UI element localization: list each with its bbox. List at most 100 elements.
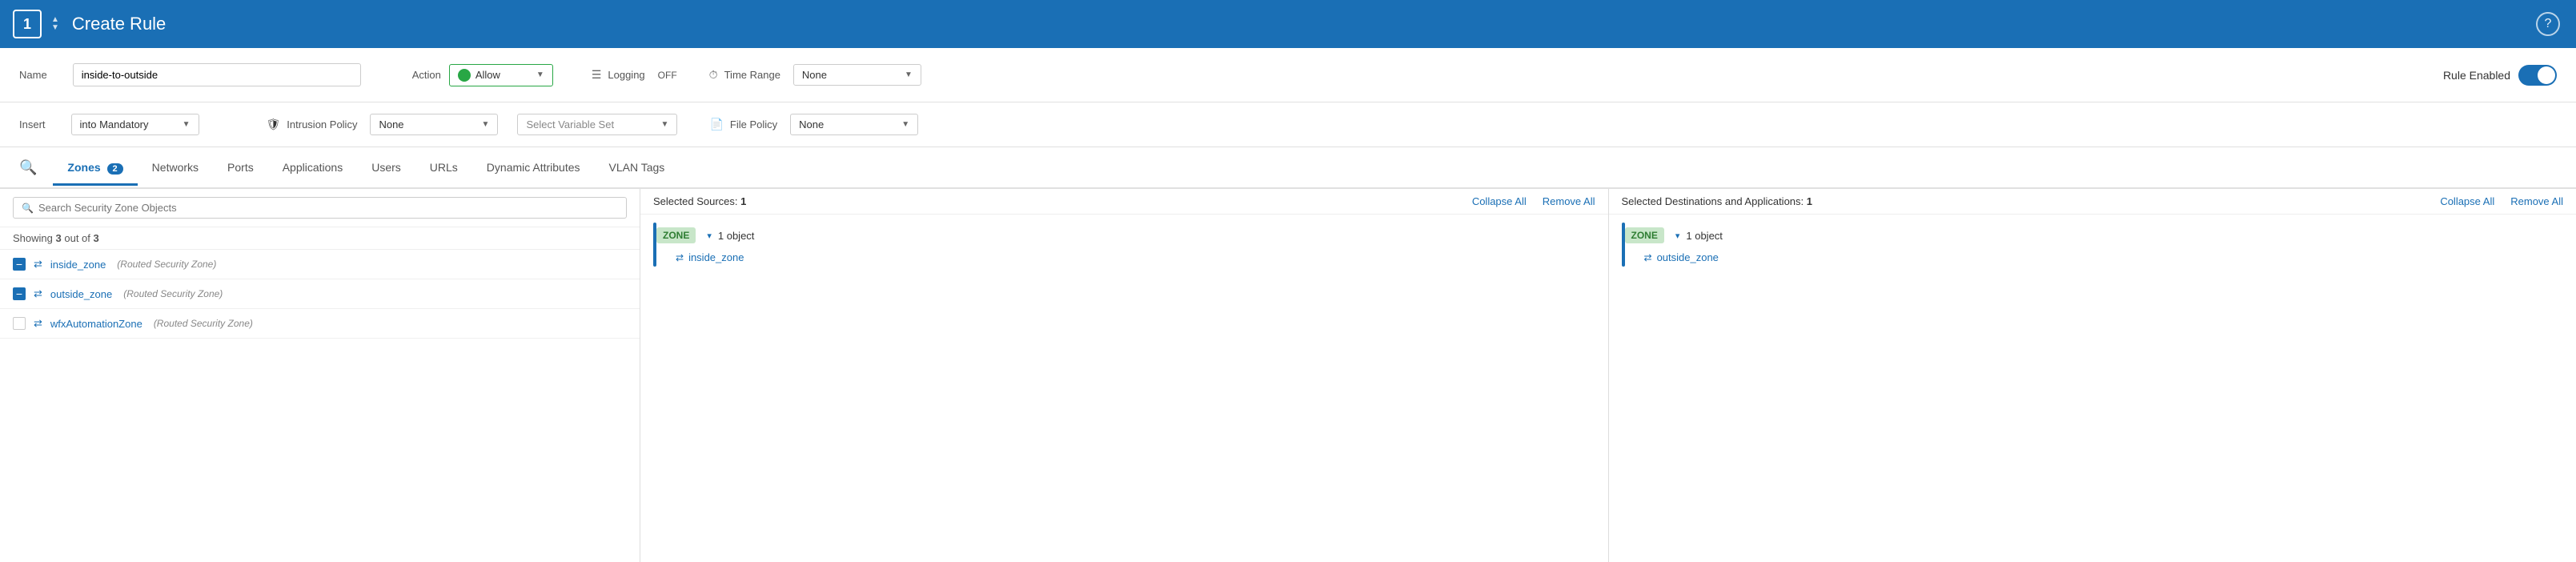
file-policy-icon: 📄 (709, 118, 723, 131)
intrusion-policy-label: Intrusion Policy (287, 118, 357, 130)
rule-enabled-toggle[interactable] (2518, 65, 2557, 86)
name-label: Name (19, 69, 47, 81)
action-value: Allow (475, 69, 500, 81)
sources-expand-arrow[interactable]: ▾ (707, 231, 712, 241)
zone-name-outside[interactable]: outside_zone (50, 288, 112, 300)
destinations-remove-all[interactable]: Remove All (2510, 195, 2563, 207)
zone-checkbox-outside[interactable]: − (13, 287, 26, 300)
action-group: Action Allow ▼ (412, 64, 553, 86)
time-range-icon: ⏱ (709, 68, 718, 82)
logging-icon: ☰ (592, 68, 602, 82)
destinations-obj-name[interactable]: outside_zone (1657, 251, 1719, 263)
destinations-actions: Collapse All Remove All (2440, 195, 2563, 207)
zone-checkbox-inside[interactable]: − (13, 258, 26, 271)
tab-users[interactable]: Users (357, 151, 415, 186)
destinations-collapse-all[interactable]: Collapse All (2440, 195, 2494, 207)
insert-value: into Mandatory (80, 118, 149, 130)
insert-dropdown[interactable]: into Mandatory ▼ (71, 114, 199, 135)
list-item: − ⇄ outside_zone (Routed Security Zone) (0, 279, 640, 309)
file-policy-dropdown[interactable]: None ▼ (790, 114, 918, 135)
search-icon: 🔍 (22, 203, 34, 214)
time-range-group: ⏱ Time Range None ▼ (709, 64, 921, 86)
action-dropdown[interactable]: Allow ▼ (449, 64, 553, 86)
file-policy-group: 📄 File Policy None ▼ (709, 114, 918, 135)
destinations-content: ZONE ▾ 1 object ⇄ outside_zone (1609, 215, 2576, 562)
intrusion-policy-group: 🛡 Intrusion Policy None ▼ (267, 114, 499, 135)
sources-zone-tag: ZONE (656, 227, 696, 243)
tab-zones[interactable]: Zones 2 (53, 151, 137, 186)
sources-object-detail: ⇄ inside_zone (656, 248, 1595, 267)
sources-obj-name[interactable]: inside_zone (688, 251, 744, 263)
insert-arrow: ▼ (183, 120, 191, 129)
content-area: 🔍 Showing 3 out of 3 − ⇄ inside_zone (Ro… (0, 189, 2576, 562)
variable-set-arrow: ▼ (661, 120, 669, 129)
insert-label: Insert (19, 118, 46, 130)
time-range-arrow: ▼ (905, 70, 913, 79)
list-item: ⇄ wfxAutomationZone (Routed Security Zon… (0, 309, 640, 339)
tab-ports[interactable]: Ports (213, 151, 268, 186)
zone-name-wfx[interactable]: wfxAutomationZone (50, 318, 142, 330)
file-policy-label: File Policy (730, 118, 777, 130)
sources-content: ZONE ▾ 1 object ⇄ inside_zone (640, 215, 1608, 562)
search-bar: 🔍 (0, 189, 640, 227)
file-policy-value: None (799, 118, 824, 130)
tab-urls[interactable]: URLs (415, 151, 472, 186)
right-panels: Selected Sources: 1 Collapse All Remove … (640, 189, 2576, 562)
destinations-panel: Selected Destinations and Applications: … (1609, 189, 2576, 562)
file-policy-arrow: ▼ (901, 120, 909, 129)
sources-remove-all[interactable]: Remove All (1543, 195, 1595, 207)
destinations-header: Selected Destinations and Applications: … (1609, 189, 2576, 215)
destinations-object-count: 1 object (1686, 230, 1723, 242)
header-bar: 1 ▲ ▼ Create Rule ? (0, 0, 2576, 48)
destinations-zone-section: ZONE ▾ 1 object ⇄ outside_zone (1622, 223, 2564, 267)
step-number: 1 (13, 10, 42, 38)
tab-vlan-tags[interactable]: VLAN Tags (595, 151, 680, 186)
tab-dynamic-attributes[interactable]: Dynamic Attributes (472, 151, 595, 186)
sources-collapse-all[interactable]: Collapse All (1472, 195, 1527, 207)
destinations-object-detail: ⇄ outside_zone (1625, 248, 2564, 267)
list-item: − ⇄ inside_zone (Routed Security Zone) (0, 250, 640, 279)
destinations-title: Selected Destinations and Applications: … (1622, 195, 1813, 207)
destinations-zone-content: ZONE ▾ 1 object ⇄ outside_zone (1625, 223, 2564, 267)
zone-icon: ⇄ (34, 258, 42, 271)
logging-label: Logging (608, 69, 644, 81)
time-range-dropdown[interactable]: None ▼ (793, 64, 921, 86)
zone-name-inside[interactable]: inside_zone (50, 259, 106, 271)
zones-badge: 2 (107, 163, 123, 175)
zone-type-outside: (Routed Security Zone) (123, 288, 223, 299)
toggle-knob (2538, 66, 2555, 84)
chevron-controls[interactable]: ▲ ▼ (51, 16, 59, 32)
variable-set-placeholder: Select Variable Set (526, 118, 614, 130)
time-range-label: Time Range (724, 69, 780, 81)
tab-networks[interactable]: Networks (138, 151, 213, 186)
sources-panel: Selected Sources: 1 Collapse All Remove … (640, 189, 1609, 562)
sources-header: Selected Sources: 1 Collapse All Remove … (640, 189, 1608, 215)
intrusion-policy-value: None (379, 118, 403, 130)
tabs-search-icon[interactable]: 🔍 (19, 159, 37, 176)
left-panel: 🔍 Showing 3 out of 3 − ⇄ inside_zone (Ro… (0, 189, 640, 562)
sources-obj-icon: ⇄ (676, 252, 684, 263)
allow-icon (458, 69, 471, 82)
chevron-down-icon[interactable]: ▼ (51, 24, 59, 32)
tab-applications[interactable]: Applications (268, 151, 358, 186)
intrusion-policy-dropdown[interactable]: None ▼ (370, 114, 498, 135)
action-label: Action (412, 69, 441, 81)
destinations-expand-arrow[interactable]: ▾ (1675, 231, 1680, 241)
name-input[interactable] (73, 63, 361, 86)
help-icon[interactable]: ? (2536, 12, 2560, 36)
search-input-wrap: 🔍 (13, 197, 627, 219)
variable-set-dropdown[interactable]: Select Variable Set ▼ (517, 114, 677, 135)
showing-text: Showing 3 out of 3 (0, 227, 640, 250)
sources-object-count: 1 object (718, 230, 755, 242)
logging-value: OFF (658, 70, 677, 81)
destinations-zone-tag: ZONE (1625, 227, 1664, 243)
sources-zone-section: ZONE ▾ 1 object ⇄ inside_zone (653, 223, 1595, 267)
action-dropdown-arrow: ▼ (536, 70, 544, 79)
destinations-obj-icon: ⇄ (1644, 252, 1652, 263)
zone-checkbox-wfx[interactable] (13, 317, 26, 330)
page-wrapper: 1 ▲ ▼ Create Rule ? Name Action Allow ▼ … (0, 0, 2576, 562)
search-input[interactable] (38, 202, 618, 214)
page-title: Create Rule (72, 14, 166, 34)
sources-actions: Collapse All Remove All (1472, 195, 1595, 207)
logging-group: ☰ Logging OFF (592, 68, 677, 82)
